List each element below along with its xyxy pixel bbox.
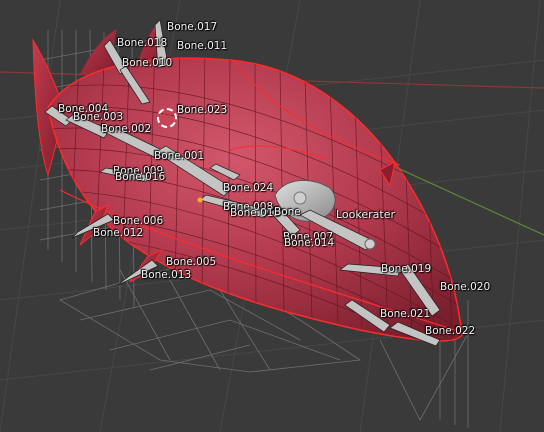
bone-label-lookerater[interactable]: Lookerater [336,209,395,221]
bone-label-019[interactable]: Bone.019 [381,263,431,275]
bone-label-011[interactable]: Bone.011 [177,40,227,52]
bone-label-016[interactable]: Bone.016 [115,171,165,183]
bone-label-003[interactable]: Bone.003 [73,111,123,123]
bone-label-005[interactable]: Bone.005 [166,256,216,268]
bone-label-021[interactable]: Bone.021 [380,308,430,320]
bone-label-023[interactable]: Bone.023 [177,104,227,116]
bone-label-020[interactable]: Bone.020 [440,281,490,293]
3d-viewport[interactable]: Bone.017 Bone.018 Bone.011 Bone.010 Bone… [0,0,544,432]
bone-label-012[interactable]: Bone.012 [93,227,143,239]
bone-label-022[interactable]: Bone.022 [425,325,475,337]
bone-label-018[interactable]: Bone.018 [117,37,167,49]
bone-label-bone[interactable]: Bone [274,206,301,218]
bone-label-024[interactable]: Bone.024 [223,182,273,194]
bone-label-006[interactable]: Bone.006 [113,215,163,227]
3d-cursor-icon[interactable] [157,108,177,128]
bone-label-017[interactable]: Bone.017 [167,21,217,33]
bone-label-015[interactable]: Bone.015 [230,207,280,219]
bone-label-001[interactable]: Bone.001 [154,150,204,162]
bone-label-013[interactable]: Bone.013 [141,269,191,281]
bone-label-010[interactable]: Bone.010 [122,57,172,69]
bone-label-014[interactable]: Bone.014 [284,237,334,249]
bone-label-002[interactable]: Bone.002 [101,123,151,135]
